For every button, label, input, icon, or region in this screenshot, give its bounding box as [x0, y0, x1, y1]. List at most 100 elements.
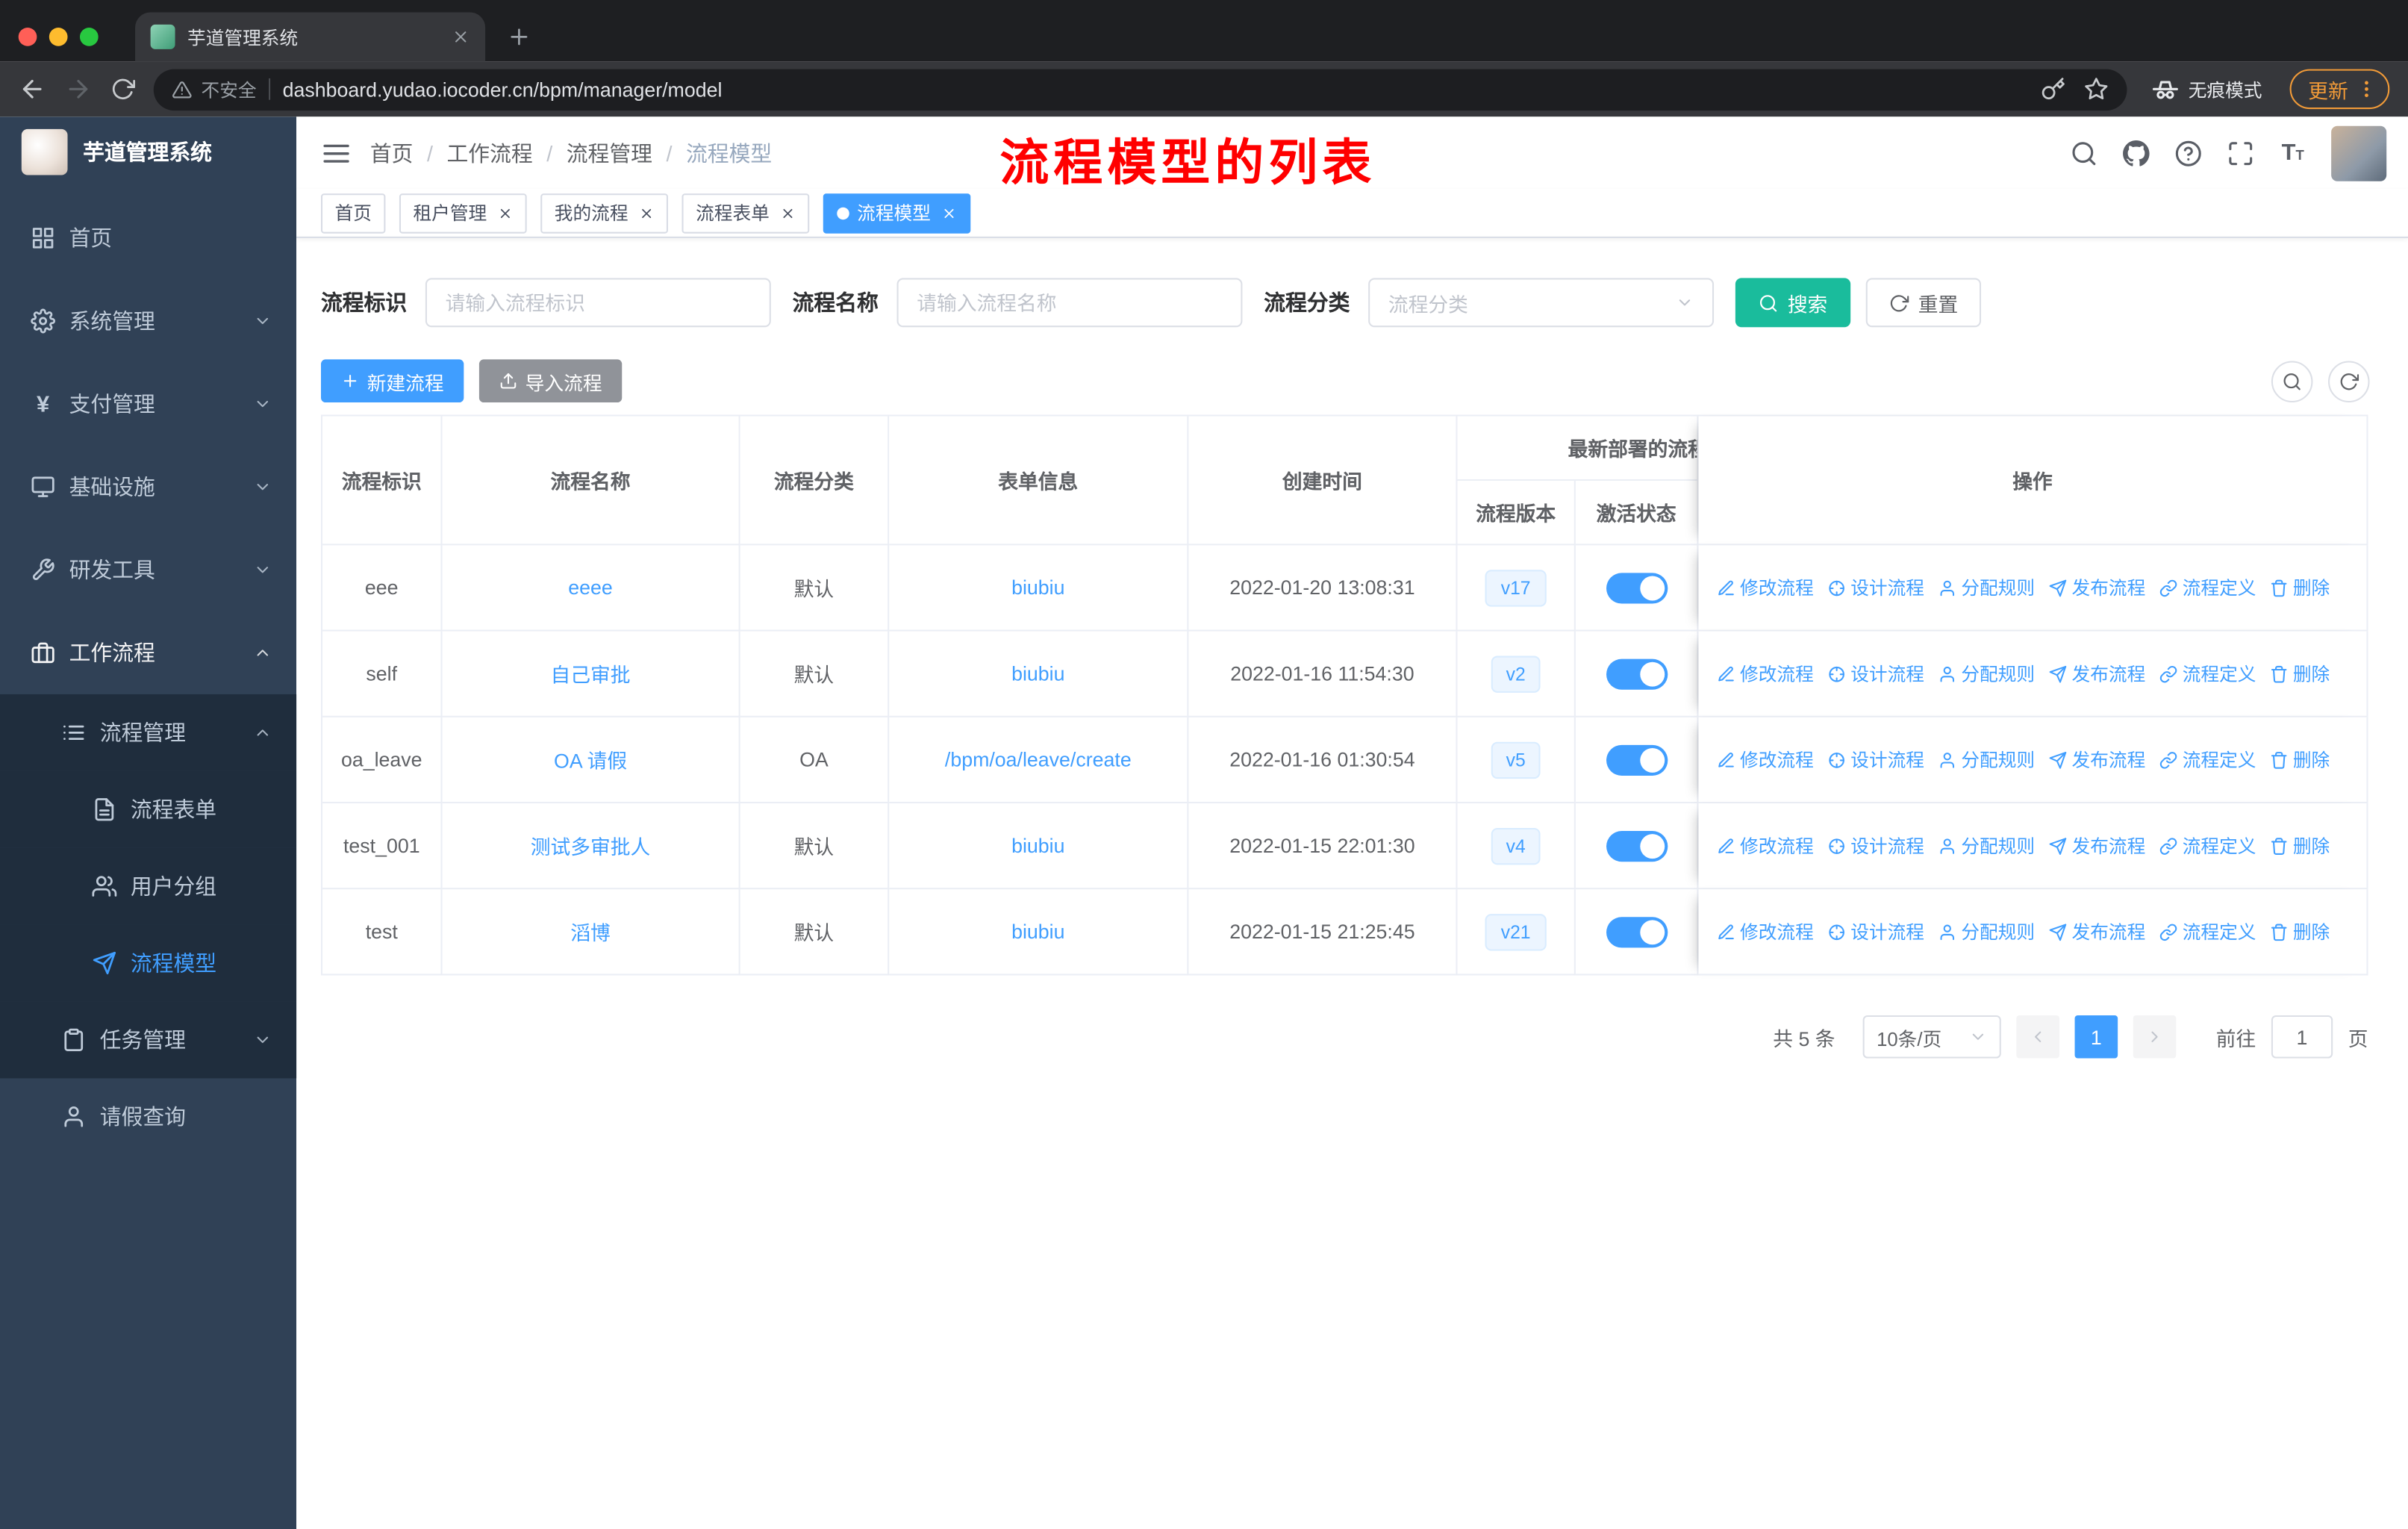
status-toggle[interactable]: [1606, 744, 1668, 775]
tab-close-icon[interactable]: [780, 205, 796, 221]
sidebar-item-workflow[interactable]: 工作流程: [0, 611, 296, 694]
security-indicator[interactable]: 不安全: [172, 76, 257, 102]
process-name-link[interactable]: 自己审批: [551, 659, 631, 688]
goto-page-input[interactable]: [2271, 1015, 2333, 1059]
breadcrumb-item-process-mgmt[interactable]: 流程管理: [567, 137, 652, 168]
sidebar-item-process-model[interactable]: 流程模型: [0, 924, 297, 1002]
fullscreen-icon[interactable]: [2227, 139, 2254, 166]
process-name-link[interactable]: OA 请假: [554, 745, 627, 774]
sidebar-item-dev-tools[interactable]: 研发工具: [0, 529, 296, 611]
tab-process-form[interactable]: 流程表单: [681, 193, 810, 233]
github-icon[interactable]: [2122, 139, 2150, 166]
action-publish-link[interactable]: 发布流程: [2049, 747, 2145, 773]
tab-close-icon[interactable]: [639, 205, 655, 221]
sidebar-item-process-mgmt[interactable]: 流程管理: [0, 694, 297, 771]
action-design-link[interactable]: 设计流程: [1827, 574, 1924, 600]
search-icon[interactable]: [2070, 139, 2097, 166]
action-definition-link[interactable]: 流程定义: [2159, 747, 2256, 773]
action-definition-link[interactable]: 流程定义: [2159, 574, 2256, 600]
process-key-input[interactable]: [425, 278, 771, 328]
action-publish-link[interactable]: 发布流程: [2049, 832, 2145, 859]
action-modify-link[interactable]: 修改流程: [1717, 832, 1814, 859]
tab-process-model[interactable]: 流程模型: [823, 193, 971, 233]
tab-close-icon[interactable]: [941, 205, 957, 221]
tab-close-icon[interactable]: [452, 28, 470, 46]
form-link[interactable]: biubiu: [1011, 834, 1064, 857]
tab-tenant-mgmt[interactable]: 租户管理: [399, 193, 527, 233]
sidebar-collapse-button[interactable]: [296, 137, 370, 168]
bookmark-star-icon[interactable]: [2084, 77, 2109, 102]
form-link[interactable]: biubiu: [1011, 662, 1064, 685]
process-name-input[interactable]: [896, 278, 1243, 328]
form-link[interactable]: /bpm/oa/leave/create: [945, 748, 1132, 771]
tab-close-icon[interactable]: [498, 205, 514, 221]
action-modify-link[interactable]: 修改流程: [1717, 747, 1814, 773]
window-minimize-button[interactable]: [49, 28, 68, 46]
action-delete-link[interactable]: 删除: [2270, 747, 2330, 773]
action-assign-link[interactable]: 分配规则: [1938, 747, 2035, 773]
import-process-button[interactable]: 导入流程: [478, 359, 623, 403]
action-design-link[interactable]: 设计流程: [1827, 661, 1924, 687]
process-name-link[interactable]: 滔博: [570, 917, 611, 946]
breadcrumb-item-workflow[interactable]: 工作流程: [446, 137, 532, 168]
sidebar-item-process-form[interactable]: 流程表单: [0, 770, 297, 848]
action-delete-link[interactable]: 删除: [2270, 574, 2330, 600]
create-process-button[interactable]: 新建流程: [320, 359, 464, 403]
sidebar-item-user-group[interactable]: 用户分组: [0, 847, 297, 925]
action-publish-link[interactable]: 发布流程: [2049, 574, 2145, 600]
action-assign-link[interactable]: 分配规则: [1938, 832, 2035, 859]
new-tab-button[interactable]: [507, 25, 531, 49]
tab-my-process[interactable]: 我的流程: [540, 193, 669, 233]
toggle-search-button[interactable]: [2271, 360, 2313, 402]
page-size-select[interactable]: 10条/页: [1862, 1015, 2001, 1059]
window-close-button[interactable]: [18, 28, 37, 46]
action-modify-link[interactable]: 修改流程: [1717, 661, 1814, 687]
action-definition-link[interactable]: 流程定义: [2159, 832, 2256, 859]
status-toggle[interactable]: [1606, 916, 1668, 947]
tab-home[interactable]: 首页: [320, 193, 386, 233]
refresh-table-button[interactable]: [2328, 360, 2370, 402]
reload-button[interactable]: [110, 77, 136, 102]
sidebar-item-task-mgmt[interactable]: 任务管理: [0, 1001, 297, 1079]
browser-tab[interactable]: 芋道管理系统: [135, 12, 486, 62]
sidebar-item-leave-query[interactable]: 请假查询: [0, 1078, 296, 1155]
sidebar-item-infrastructure[interactable]: 基础设施: [0, 446, 296, 529]
action-design-link[interactable]: 设计流程: [1827, 918, 1924, 944]
sidebar-item-system-mgmt[interactable]: 系统管理: [0, 279, 296, 362]
action-definition-link[interactable]: 流程定义: [2159, 918, 2256, 944]
back-button[interactable]: [19, 75, 46, 103]
window-zoom-button[interactable]: [79, 28, 99, 46]
action-publish-link[interactable]: 发布流程: [2049, 661, 2145, 687]
status-toggle[interactable]: [1606, 830, 1668, 862]
action-modify-link[interactable]: 修改流程: [1717, 574, 1814, 600]
breadcrumb-item-home[interactable]: 首页: [370, 137, 414, 168]
action-assign-link[interactable]: 分配规则: [1938, 918, 2035, 944]
search-button[interactable]: 搜索: [1735, 278, 1851, 328]
action-modify-link[interactable]: 修改流程: [1717, 918, 1814, 944]
address-bar[interactable]: 不安全 dashboard.yudao.iocoder.cn/bpm/manag…: [153, 68, 2127, 110]
browser-menu-icon[interactable]: [2356, 78, 2377, 100]
action-publish-link[interactable]: 发布流程: [2049, 918, 2145, 944]
browser-update-button[interactable]: 更新: [2289, 69, 2390, 110]
status-toggle[interactable]: [1606, 658, 1668, 689]
password-key-icon[interactable]: [2041, 77, 2065, 102]
action-definition-link[interactable]: 流程定义: [2159, 661, 2256, 687]
reset-button[interactable]: 重置: [1865, 278, 1982, 328]
form-link[interactable]: biubiu: [1011, 576, 1064, 600]
help-icon[interactable]: [2174, 139, 2202, 166]
form-link[interactable]: biubiu: [1011, 920, 1064, 943]
forward-button[interactable]: [64, 75, 92, 103]
next-page-button[interactable]: [2133, 1015, 2177, 1059]
action-delete-link[interactable]: 删除: [2270, 661, 2330, 687]
action-delete-link[interactable]: 删除: [2270, 918, 2330, 944]
sidebar-item-home[interactable]: 首页: [0, 196, 296, 279]
action-design-link[interactable]: 设计流程: [1827, 747, 1924, 773]
process-name-link[interactable]: eeee: [568, 576, 613, 600]
action-assign-link[interactable]: 分配规则: [1938, 574, 2035, 600]
status-toggle[interactable]: [1606, 572, 1668, 603]
user-avatar[interactable]: [2331, 125, 2387, 181]
sidebar-item-payment-mgmt[interactable]: ¥ 支付管理: [0, 363, 296, 446]
process-name-link[interactable]: 测试多审批人: [531, 831, 651, 860]
font-size-icon[interactable]: TT: [2279, 139, 2306, 166]
prev-page-button[interactable]: [2016, 1015, 2059, 1059]
